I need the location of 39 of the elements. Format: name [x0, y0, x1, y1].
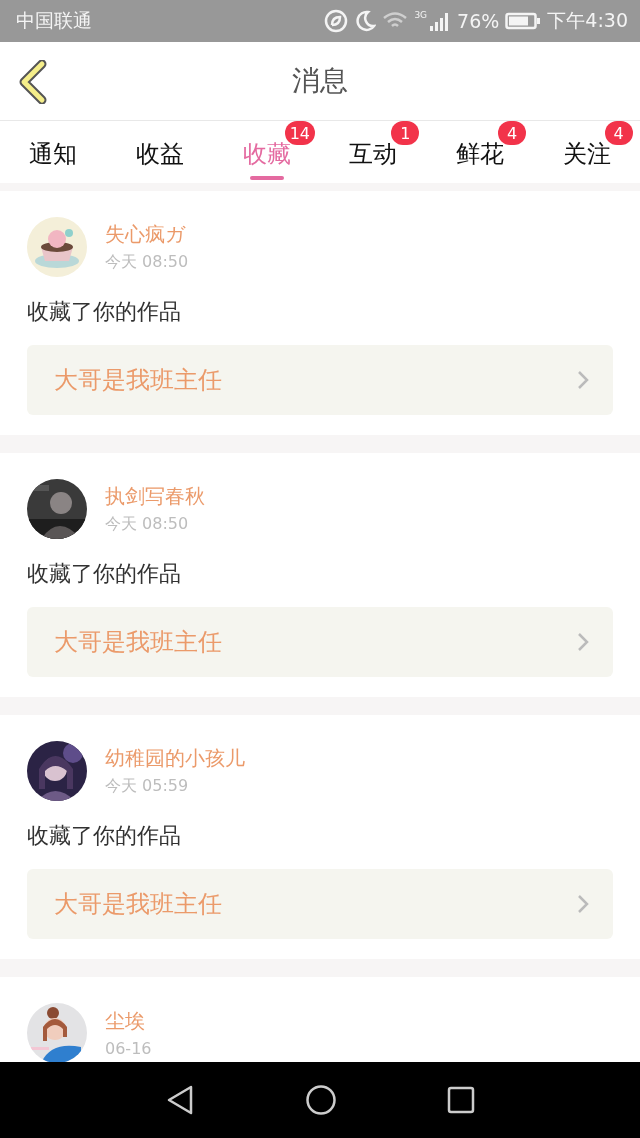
tab[interactable]: 收藏 14 [213, 121, 320, 183]
work-link[interactable]: 大哥是我班主任 [27, 607, 613, 677]
network-type: 3G [414, 10, 428, 20]
message-time: 今天 08:50 [105, 252, 189, 273]
user-name[interactable]: 执剑写春秋 [105, 483, 205, 510]
clock: 下午4:30 [547, 8, 628, 33]
message-text: 收藏了你的作品 [27, 298, 182, 326]
count-badge: 4 [498, 121, 526, 145]
user-name[interactable]: 尘埃 [105, 1008, 152, 1035]
message-text: 收藏了你的作品 [27, 560, 182, 588]
count-badge: 14 [284, 121, 316, 145]
tab[interactable]: 互动 1 [320, 121, 427, 183]
battery-percent: 76% [457, 10, 500, 32]
moon-icon [354, 10, 377, 32]
battery-icon [505, 11, 542, 31]
count-badge: 1 [391, 121, 420, 145]
tab[interactable]: 鲜花 4 [426, 121, 534, 183]
tab[interactable]: 收益 [106, 121, 214, 183]
message-time: 今天 05:59 [105, 776, 190, 797]
tab[interactable]: 关注 4 [533, 121, 640, 183]
chevron-icon [577, 370, 589, 390]
chevron-icon [577, 632, 589, 652]
count-badge: 4 [604, 121, 633, 145]
work-link[interactable]: 大哥是我班主任 [27, 345, 613, 415]
square-icon[interactable] [447, 1086, 475, 1114]
back-icon[interactable] [18, 60, 48, 104]
work-link[interactable]: 大哥是我班主任 [27, 869, 613, 939]
message-text: 收藏了你的作品 [27, 822, 182, 850]
leaf-circle-icon [324, 9, 349, 33]
carrier-name: 中国联通 [16, 8, 93, 33]
message-time: 今天 08:50 [105, 514, 190, 535]
back-triangle-icon[interactable] [165, 1084, 195, 1116]
message-time: 06-16 [105, 1039, 152, 1058]
user-name[interactable]: 失心疯ガ [105, 221, 189, 248]
home-circle-icon[interactable] [305, 1084, 337, 1116]
tab[interactable]: 通知 [0, 121, 107, 183]
user-name[interactable]: 幼稚园的小孩儿 [105, 745, 245, 772]
chevron-icon [577, 894, 589, 914]
page-title: 消息 [292, 63, 348, 99]
